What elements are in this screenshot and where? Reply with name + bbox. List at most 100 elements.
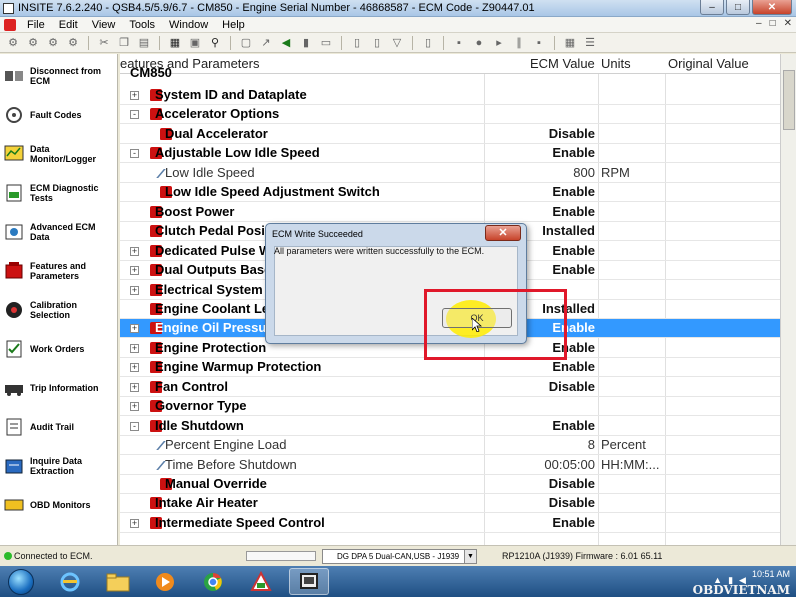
dialog-close-button[interactable]: ✕ — [485, 225, 521, 241]
nav-audit-trail[interactable]: Audit Trail — [3, 409, 117, 445]
menu-edit[interactable]: Edit — [52, 19, 85, 31]
maximize-button[interactable]: □ — [726, 0, 750, 15]
close-button[interactable]: ✕ — [752, 0, 792, 15]
stop-icon[interactable]: ▪ — [532, 36, 546, 50]
row-name: Percent Engine Load — [165, 437, 287, 453]
document-tool-icon[interactable]: ▢ — [239, 36, 253, 50]
expand-icon[interactable]: + — [130, 246, 139, 256]
expand-icon[interactable]: + — [130, 266, 139, 276]
row-ecm-value: Disable — [548, 378, 595, 394]
expand-icon[interactable]: + — [130, 91, 139, 100]
nav-work-orders[interactable]: Work Orders — [3, 331, 117, 367]
table-row[interactable]: Low Idle Speed Adjustment Switch Enable — [120, 183, 780, 203]
nav-data-monitor[interactable]: Data Monitor/Logger — [3, 136, 117, 172]
filter-icon[interactable]: ▽ — [390, 36, 404, 50]
toolbar-separator — [230, 35, 231, 50]
table-row[interactable]: Low Idle Speed 800 RPM — [120, 164, 780, 183]
menu-tools[interactable]: Tools — [122, 19, 162, 31]
save-tool-icon[interactable]: ▮ — [299, 36, 313, 50]
step-icon[interactable]: ▸ — [492, 36, 506, 50]
print-preview-icon[interactable]: ▣ — [188, 36, 202, 50]
disconnect-tool-icon[interactable]: ⚙ — [26, 36, 40, 50]
cut-icon[interactable]: ✂ — [97, 36, 111, 50]
scrollbar-thumb[interactable] — [783, 70, 795, 130]
start-button[interactable] — [3, 567, 39, 596]
nav-features-parameters[interactable]: Features and Parameters — [3, 253, 117, 289]
menu-file[interactable]: File — [20, 19, 52, 31]
table-row[interactable]: + Engine Warmup Protection Enable — [120, 358, 780, 378]
nav-obd-monitors[interactable]: OBD Monitors — [3, 487, 117, 523]
nav-trip-info[interactable]: Trip Information — [3, 370, 117, 406]
list-view-icon[interactable]: ☰ — [583, 36, 597, 50]
expand-icon[interactable]: + — [130, 382, 139, 392]
menu-view[interactable]: View — [85, 19, 123, 31]
toolbar: ⚙ ⚙ ⚙ ⚙ ✂ ❐ ▤ ▦ ▣ ⚲ ▢ ↗ ◀ ▮ ▭ ▯ ▯ ▽ ▯ ▪ … — [0, 33, 796, 53]
document-icon[interactable] — [4, 18, 16, 31]
refresh-tool-icon[interactable]: ⚙ — [46, 36, 60, 50]
table-row[interactable]: - Accelerator Options — [120, 105, 780, 125]
pages-tool-icon[interactable]: ▯ — [370, 36, 384, 50]
expand-icon[interactable]: + — [130, 343, 139, 353]
chevron-down-icon[interactable]: ▼ — [464, 550, 476, 563]
page-tool-icon[interactable]: ▯ — [350, 36, 364, 50]
table-row[interactable]: + Intermediate Speed Control Enable — [120, 514, 780, 533]
nav-disconnect[interactable]: Disconnect from ECM — [3, 58, 117, 94]
connect-icon[interactable]: ⚙ — [6, 36, 20, 50]
expand-icon[interactable]: + — [130, 518, 139, 528]
grid-view-icon[interactable]: ▦ — [563, 36, 577, 50]
table-row[interactable]: Intake Air Heater Disable — [120, 494, 780, 514]
mdi-restore-button[interactable]: □ — [770, 18, 776, 29]
tree-root[interactable]: CM850 — [120, 68, 780, 82]
row-unit: Percent — [601, 437, 646, 453]
paste-icon[interactable]: ▤ — [137, 36, 151, 50]
expand-icon[interactable]: + — [130, 402, 139, 412]
nav-advanced-data[interactable]: Advanced ECM Data — [3, 214, 117, 250]
blank-page-icon[interactable]: ▯ — [421, 36, 435, 50]
taskbar-chrome[interactable] — [193, 568, 233, 595]
link-tool-icon[interactable]: ↗ — [259, 36, 273, 50]
nav-diagnostic-tests[interactable]: ECM Diagnostic Tests — [3, 175, 117, 211]
settings-tool-icon[interactable]: ⚙ — [66, 36, 80, 50]
taskbar-media-player[interactable] — [145, 568, 185, 595]
table-row[interactable]: Time Before Shutdown 00:05:00 HH:MM:... — [120, 456, 780, 475]
collapse-icon[interactable]: - — [130, 110, 139, 120]
mdi-close-button[interactable]: ✕ — [784, 18, 792, 29]
table-row[interactable]: Boost Power Enable — [120, 203, 780, 222]
write-tool-icon[interactable]: ▭ — [319, 36, 333, 50]
find-icon[interactable]: ⚲ — [208, 36, 222, 50]
taskbar-insite[interactable] — [289, 568, 329, 595]
table-row[interactable]: + Fan Control Disable — [120, 378, 780, 397]
table-row[interactable]: Percent Engine Load 8 Percent — [120, 436, 780, 456]
record-icon[interactable]: ▪ — [452, 36, 466, 50]
table-row[interactable]: Manual Override Disable — [120, 475, 780, 494]
taskbar-ie[interactable] — [50, 568, 90, 595]
table-row[interactable]: + Governor Type — [120, 397, 780, 417]
table-row[interactable]: Dual Accelerator Disable — [120, 125, 780, 144]
expand-icon[interactable]: + — [130, 363, 139, 373]
vertical-scrollbar[interactable] — [780, 54, 796, 545]
send-tool-icon[interactable]: ◀ — [279, 36, 293, 50]
row-name: Adjustable Low Idle Speed — [155, 145, 320, 161]
taskbar-app[interactable] — [241, 568, 281, 595]
mdi-minimize-button[interactable]: – — [756, 18, 762, 29]
nav-inquire-data[interactable]: Inquire Data Extraction — [3, 448, 117, 484]
play-icon[interactable]: ● — [472, 36, 486, 50]
copy-icon[interactable]: ❐ — [117, 36, 131, 50]
pause-icon[interactable]: ∥ — [512, 36, 526, 50]
expand-icon[interactable]: + — [130, 324, 139, 334]
adapter-select[interactable]: DG DPA 5 Dual-CAN,USB - J1939 ▼ — [322, 549, 477, 564]
mdi-controls: – □ ✕ — [756, 18, 792, 29]
menu-window[interactable]: Window — [162, 19, 215, 31]
table-row[interactable]: - Adjustable Low Idle Speed Enable — [120, 144, 780, 164]
print-icon[interactable]: ▦ — [168, 36, 182, 50]
table-row[interactable]: - Idle Shutdown Enable — [120, 417, 780, 436]
nav-fault-codes[interactable]: Fault Codes — [3, 97, 117, 133]
nav-calibration[interactable]: Calibration Selection — [3, 292, 117, 328]
minimize-button[interactable]: – — [700, 0, 724, 15]
menu-help[interactable]: Help — [215, 19, 252, 31]
collapse-icon[interactable]: - — [130, 149, 139, 159]
table-row[interactable]: + System ID and Dataplate — [120, 86, 780, 105]
expand-icon[interactable]: + — [130, 285, 139, 295]
collapse-icon[interactable]: - — [130, 421, 139, 431]
taskbar-explorer[interactable] — [98, 568, 138, 595]
